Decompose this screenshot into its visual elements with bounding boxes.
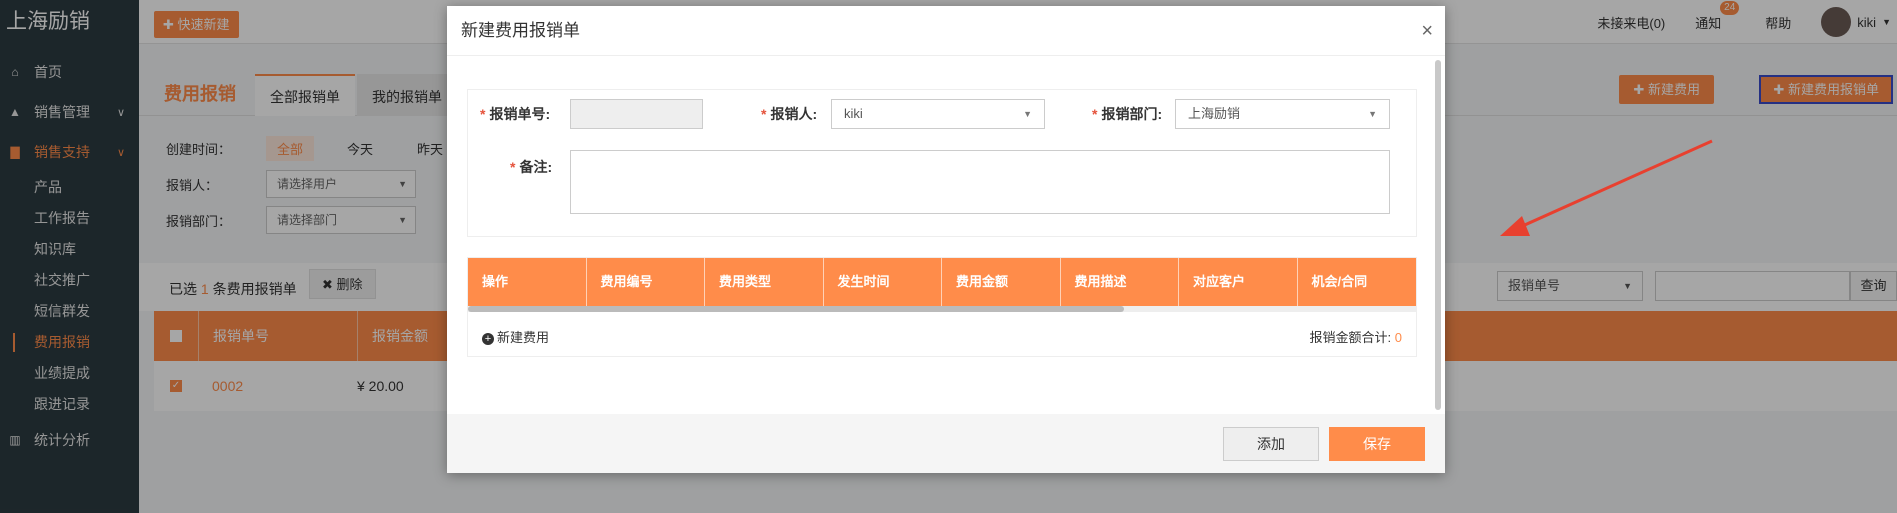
- department-value: 上海励销: [1188, 106, 1241, 121]
- arrow-shaft: [1517, 139, 1713, 230]
- dialog-footer: 添加 保存: [447, 414, 1445, 473]
- dialog-body: * 报销单号: * 报销人: kiki ▼ * 报销部门: 上海励销 ▼ * 备注: 操作 …: [447, 56, 1445, 414]
- expense-form: * 报销单号: * 报销人: kiki ▼ * 报销部门: 上海励销 ▼ * 备注:: [467, 89, 1417, 237]
- expense-items-grid: 操作 费用编号 费用类型 发生时间 费用金额 费用描述 对应客户 机会/合同 +…: [467, 257, 1417, 357]
- new-expense-report-dialog: 新建费用报销单 × * 报销单号: * 报销人: kiki ▼ * 报销部门: 上海励销…: [447, 6, 1445, 473]
- note-label: * 备注:: [510, 159, 553, 175]
- plus-circle-icon: +: [482, 333, 494, 345]
- add-fee-label: 新建费用: [497, 330, 550, 345]
- add-button[interactable]: 添加: [1223, 427, 1319, 461]
- dialog-title: 新建费用报销单: [461, 21, 580, 40]
- note-textarea[interactable]: [570, 150, 1390, 214]
- dialog-header: 新建费用报销单 ×: [447, 6, 1445, 56]
- grid-col-contract: 机会/合同: [1311, 274, 1368, 289]
- total-amount: 报销金额合计: 0: [1310, 327, 1402, 346]
- applicant-label: * 报销人:: [761, 106, 818, 122]
- grid-col-fee-no: 费用编号: [587, 258, 705, 306]
- grid-col-amount: 费用金额: [942, 258, 1061, 306]
- grid-col-description: 费用描述: [1061, 258, 1179, 306]
- applicant-select[interactable]: kiki ▼: [831, 99, 1045, 129]
- grid-col-customer: 对应客户: [1179, 258, 1298, 306]
- grid-col-action: 操作: [468, 258, 587, 306]
- total-value: 0: [1394, 330, 1402, 345]
- department-select[interactable]: 上海励销 ▼: [1175, 99, 1390, 129]
- arrow-head: [1500, 216, 1530, 236]
- grid-header: 操作 费用编号 费用类型 发生时间 费用金额 费用描述 对应客户 机会/合同: [468, 258, 1416, 306]
- dialog-scrollbar[interactable]: [1435, 60, 1441, 410]
- save-button[interactable]: 保存: [1329, 427, 1425, 461]
- grid-col-fee-type: 费用类型: [705, 258, 824, 306]
- expense-no-field: [570, 99, 703, 129]
- applicant-value: kiki: [844, 106, 863, 121]
- add-fee-link[interactable]: + 新建费用: [482, 327, 549, 346]
- total-label: 报销金额合计:: [1309, 330, 1392, 345]
- scroll-thumb[interactable]: [468, 306, 1124, 312]
- grid-horizontal-scrollbar[interactable]: [468, 306, 1416, 312]
- grid-col-date: 发生时间: [824, 258, 942, 306]
- caret-down-icon: ▼: [1023, 109, 1032, 119]
- expense-no-label: * 报销单号:: [480, 106, 551, 122]
- close-icon[interactable]: ×: [1421, 6, 1433, 56]
- department-label: * 报销部门:: [1092, 106, 1163, 122]
- caret-down-icon: ▼: [1368, 109, 1377, 119]
